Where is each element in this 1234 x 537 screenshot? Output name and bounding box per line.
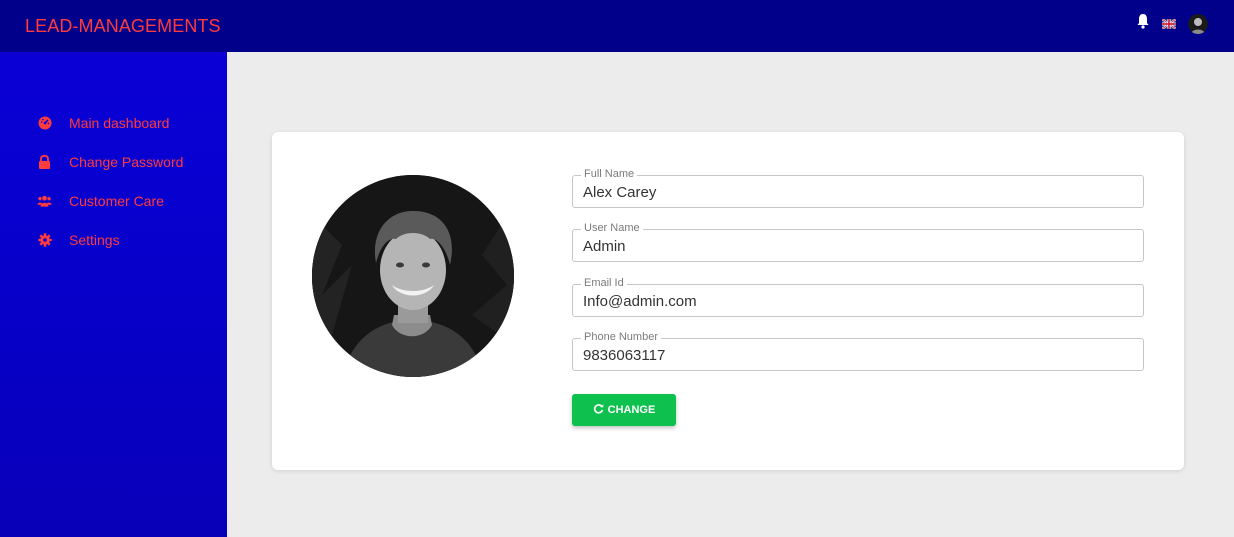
sidebar-nav: Main dashboard Change Password Customer …: [0, 103, 227, 259]
top-icons: [1136, 13, 1208, 34]
sidebar-item-label: Customer Care: [69, 192, 164, 209]
full-name-value[interactable]: Alex Carey: [583, 184, 1123, 201]
uk-flag-icon[interactable]: [1162, 18, 1176, 29]
email-value[interactable]: Info@admin.com: [583, 293, 1123, 310]
sidebar-item-change-password[interactable]: Change Password: [0, 142, 227, 181]
profile-card: Full Name Alex Carey User Name Admin Ema…: [272, 132, 1184, 470]
sidebar-item-label: Settings: [69, 231, 120, 248]
phone-value[interactable]: 9836063117: [583, 347, 1123, 364]
phone-label: Phone Number: [581, 331, 661, 344]
sidebar-item-label: Main dashboard: [69, 114, 170, 131]
gear-icon: [37, 232, 52, 247]
change-button-label: CHANGE: [607, 404, 656, 416]
phone-field[interactable]: Phone Number 9836063117: [572, 331, 1144, 371]
email-label: Email Id: [581, 277, 627, 290]
full-name-label: Full Name: [581, 168, 638, 181]
change-button[interactable]: CHANGE: [572, 394, 676, 426]
profile-avatar: [312, 175, 514, 377]
full-name-field[interactable]: Full Name Alex Carey: [572, 168, 1144, 208]
sidebar-item-main-dashboard[interactable]: Main dashboard: [0, 103, 227, 142]
user-name-field[interactable]: User Name Admin: [572, 222, 1144, 262]
sidebar: Main dashboard Change Password Customer …: [0, 52, 227, 537]
user-name-value[interactable]: Admin: [583, 238, 1123, 255]
user-avatar[interactable]: [1188, 13, 1208, 34]
user-name-label: User Name: [581, 222, 643, 235]
bell-icon[interactable]: [1136, 13, 1150, 34]
top-bar: LEAD-MANAGEMENTS: [0, 0, 1234, 52]
sidebar-item-customer-care[interactable]: Customer Care: [0, 181, 227, 220]
email-field[interactable]: Email Id Info@admin.com: [572, 277, 1144, 317]
refresh-icon: [593, 403, 604, 417]
lock-icon: [37, 154, 52, 169]
dashboard-icon: [37, 115, 52, 130]
users-icon: [37, 193, 52, 208]
sidebar-item-settings[interactable]: Settings: [0, 220, 227, 259]
sidebar-item-label: Change Password: [69, 153, 184, 170]
app-brand[interactable]: LEAD-MANAGEMENTS: [25, 16, 221, 37]
